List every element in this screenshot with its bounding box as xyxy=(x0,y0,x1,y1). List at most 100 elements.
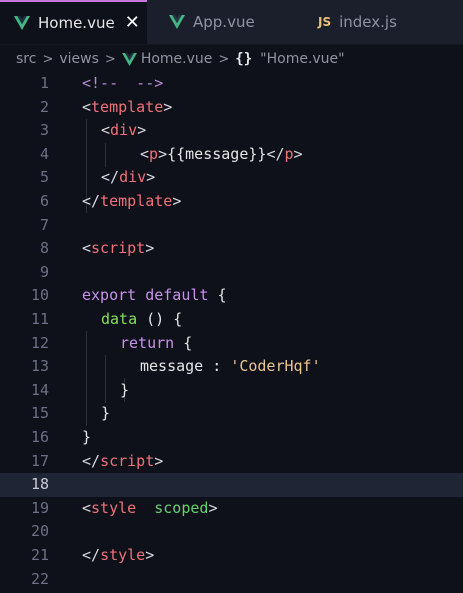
code-line: 8 <script> xyxy=(0,237,463,261)
breadcrumb-item-src[interactable]: src xyxy=(16,51,36,67)
tag-token: p xyxy=(284,144,294,163)
code-line: 19 <style scoped> xyxy=(0,497,463,521)
code-line: 5 </div> xyxy=(0,166,463,190)
code-line: 3 <div> xyxy=(0,119,463,143)
punctuation-token: () { xyxy=(137,310,183,328)
bracket-token: < xyxy=(82,97,92,116)
line-number: 9 xyxy=(39,262,49,281)
bracket-token: </ xyxy=(101,168,120,187)
line-number: 6 xyxy=(39,192,49,210)
braces-icon: {} xyxy=(235,51,253,67)
brace-token: { xyxy=(217,286,227,305)
tab-app-vue[interactable]: App.vue xyxy=(147,0,292,44)
tag-token: template xyxy=(100,192,173,210)
vue-icon xyxy=(169,15,185,29)
code-line: 9 xyxy=(0,261,463,285)
bracket-token: </ xyxy=(266,144,285,163)
attribute-token: scoped xyxy=(154,498,209,517)
bracket-token: > xyxy=(145,239,155,258)
tag-token: div xyxy=(119,168,147,187)
text-token: {{message}} xyxy=(167,144,267,163)
bracket-token: > xyxy=(158,144,168,163)
chevron-right-icon: > xyxy=(42,51,54,67)
breadcrumb: src > views > Home.vue > {} "Home.vue" xyxy=(0,45,463,73)
brace-token: } xyxy=(101,404,111,423)
code-line: 2 <template> xyxy=(0,96,463,120)
code-line: 22 xyxy=(0,568,463,592)
line-number: 13 xyxy=(30,357,49,376)
code-editor[interactable]: 1 <!-- --> 2 <template> 3 <div> 4 <p>{{m… xyxy=(0,72,463,593)
code-line: 15 } xyxy=(0,402,463,426)
tab-index-js[interactable]: JS index.js xyxy=(292,0,432,44)
js-icon: JS xyxy=(318,15,332,29)
line-number: 11 xyxy=(30,310,49,328)
string-token: 'CoderHqf' xyxy=(230,357,321,376)
property-token: message xyxy=(140,357,204,376)
line-number: 1 xyxy=(39,74,49,92)
line-number: 17 xyxy=(30,451,49,470)
chevron-right-icon: > xyxy=(218,51,230,67)
tag-token: script xyxy=(91,239,146,258)
line-number: 22 xyxy=(30,569,49,588)
line-number: 15 xyxy=(30,404,49,423)
current-line-highlight[interactable]: 18 xyxy=(0,473,463,497)
brace-token: { xyxy=(174,333,193,352)
line-number: 21 xyxy=(30,546,49,564)
tab-label: index.js xyxy=(339,13,397,31)
code-line: 16 } xyxy=(0,426,463,450)
close-icon[interactable]: ✕ xyxy=(125,14,140,32)
line-number: 14 xyxy=(30,380,49,399)
code-line: 14 } xyxy=(0,379,463,403)
code-line: 11 data () { xyxy=(0,308,463,332)
line-number: 18 xyxy=(30,475,49,494)
breadcrumb-item-symbol[interactable]: "Home.vue" xyxy=(260,51,344,67)
tab-label: Home.vue xyxy=(38,14,115,32)
line-number: 7 xyxy=(39,215,49,234)
tab-label: App.vue xyxy=(193,13,255,31)
bracket-token: > xyxy=(172,192,182,210)
bracket-token: > xyxy=(154,451,164,470)
breadcrumb-item-file[interactable]: Home.vue xyxy=(141,51,213,67)
breadcrumb-item-views[interactable]: views xyxy=(59,51,99,67)
code-line: 12 return { xyxy=(0,332,463,356)
comment-token: <!-- --> xyxy=(82,74,164,92)
bracket-token: </ xyxy=(82,546,101,564)
keyword-token: export xyxy=(82,286,137,305)
code-line: 10 export default { xyxy=(0,284,463,308)
bracket-token: > xyxy=(137,121,147,140)
code-line: 1 <!-- --> xyxy=(0,72,463,96)
code-line: 13 message : 'CoderHqf' xyxy=(0,355,463,379)
bracket-token: > xyxy=(208,498,218,517)
tag-token: template xyxy=(91,97,164,116)
code-line: 6 </template> xyxy=(0,190,463,214)
brace-token: } xyxy=(82,428,92,446)
bracket-token: < xyxy=(140,144,150,163)
keyword-token: return xyxy=(120,333,175,352)
bracket-token: </ xyxy=(82,192,101,210)
function-token: data xyxy=(101,310,138,328)
bracket-token: < xyxy=(101,121,111,140)
code-line: 20 xyxy=(0,520,463,544)
tab-home-vue[interactable]: Home.vue ✕ xyxy=(0,0,147,44)
code-line: 7 xyxy=(0,214,463,238)
line-number: 4 xyxy=(39,144,49,163)
code-line: 21 </style> xyxy=(0,544,463,568)
bracket-token: < xyxy=(82,239,92,258)
tag-token: style xyxy=(100,546,146,564)
bracket-token: > xyxy=(146,168,156,187)
bracket-token: </ xyxy=(82,451,101,470)
line-number: 20 xyxy=(30,522,49,541)
line-number: 19 xyxy=(30,498,49,517)
line-number: 10 xyxy=(30,286,49,305)
line-number: 5 xyxy=(39,168,49,187)
tag-token: style xyxy=(91,498,137,517)
tag-token: div xyxy=(110,121,138,140)
bracket-token: > xyxy=(293,144,303,163)
line-number: 2 xyxy=(39,97,49,116)
punctuation-token: : xyxy=(203,357,231,376)
line-number: 16 xyxy=(30,428,49,446)
vue-icon xyxy=(121,52,137,66)
line-number: 8 xyxy=(39,239,49,258)
bracket-token: > xyxy=(145,546,155,564)
code-line: 17 </script> xyxy=(0,450,463,474)
